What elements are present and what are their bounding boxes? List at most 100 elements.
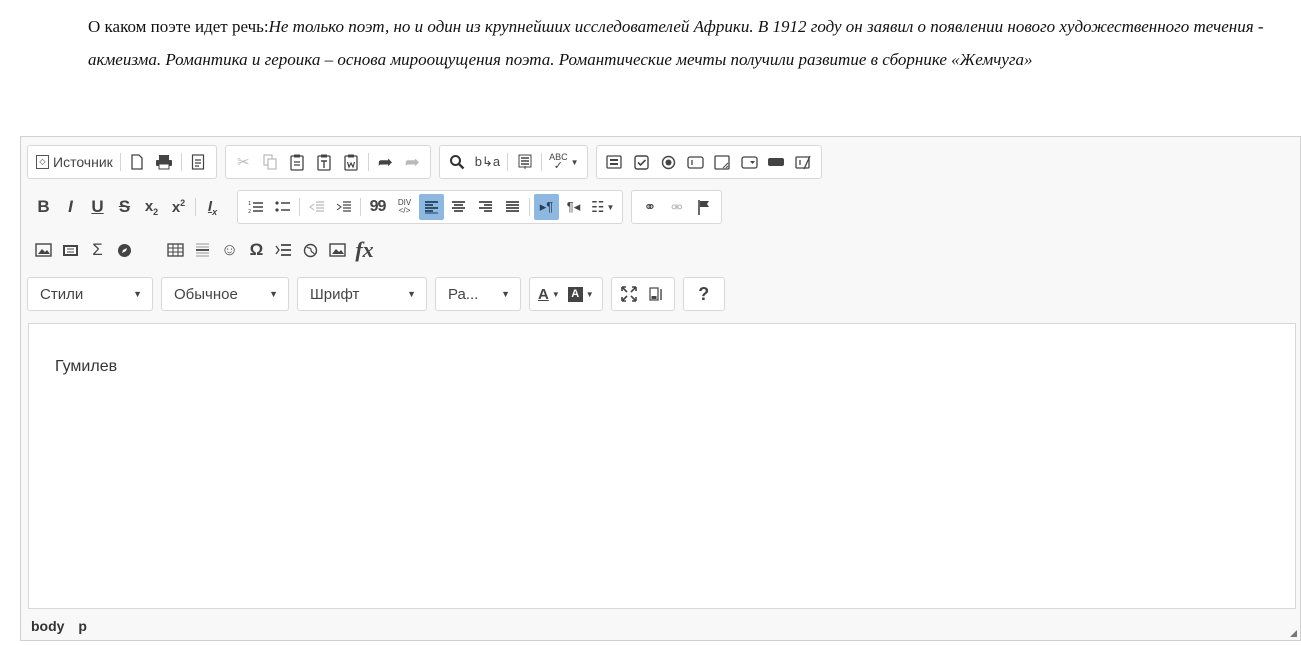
superscript-button[interactable]: x2	[166, 194, 191, 220]
paste-button[interactable]	[285, 149, 310, 175]
align-center-button[interactable]	[446, 194, 471, 220]
background-color-button[interactable]: A ▼	[565, 281, 597, 307]
new-page-button[interactable]	[125, 149, 150, 175]
toolbar-group-document: ◇ Источник	[27, 145, 217, 179]
language-icon: ☷	[591, 199, 605, 216]
select-field-button[interactable]	[737, 149, 762, 175]
page-break-button[interactable]	[271, 237, 296, 263]
ltr-button[interactable]: ▸¶	[534, 194, 559, 220]
image-icon	[35, 243, 52, 257]
format-dropdown[interactable]: Обычное ▼	[161, 277, 289, 311]
rtl-button[interactable]: ¶◂	[561, 194, 586, 220]
strikethrough-button[interactable]: S	[112, 194, 137, 220]
separator	[180, 153, 182, 171]
smiley-button[interactable]: ☺	[217, 237, 242, 263]
numbered-list-button[interactable]: 12	[243, 194, 268, 220]
italic-button[interactable]: I	[58, 194, 83, 220]
bulleted-list-button[interactable]	[270, 194, 295, 220]
select-all-button[interactable]	[512, 149, 537, 175]
source-icon: ◇	[36, 155, 49, 169]
editor-content-area[interactable]: Гумилев	[28, 323, 1296, 609]
templates-icon	[192, 154, 205, 170]
styles-dropdown[interactable]: Стили ▼	[27, 277, 153, 311]
find-button[interactable]	[445, 149, 470, 175]
text-color-icon: A	[538, 285, 549, 303]
omega-button[interactable]: Ω	[244, 237, 269, 263]
templates-button[interactable]	[186, 149, 211, 175]
form-button[interactable]	[602, 149, 627, 175]
spellcheck-button[interactable]: ABC ✓ ▼	[546, 149, 581, 175]
separator	[195, 198, 196, 216]
numbered-list-icon: 12	[248, 201, 263, 214]
underline-label: U	[91, 197, 104, 216]
undo-icon: ➦	[377, 151, 393, 172]
subscript-button[interactable]: x2	[139, 194, 164, 220]
special-char-button[interactable]	[112, 237, 137, 263]
textarea-button[interactable]	[710, 149, 735, 175]
remove-format-button[interactable]: Ix	[200, 194, 225, 220]
table-button[interactable]	[163, 237, 188, 263]
help-button[interactable]: ?	[689, 281, 719, 307]
anchor-button[interactable]	[691, 194, 716, 220]
button-field-icon	[768, 158, 785, 166]
toolbar-group-basicstyles: B I U S x2 x2 Ix	[27, 190, 229, 224]
unlink-button[interactable]: ⚮	[664, 194, 689, 220]
justify-button[interactable]	[500, 194, 525, 220]
print-button[interactable]	[152, 149, 177, 175]
horizontal-rule-button[interactable]	[190, 237, 215, 263]
size-dropdown[interactable]: Ра... ▼	[435, 277, 521, 311]
replace-icon: b↳a	[474, 154, 501, 169]
strike-label: S	[118, 197, 131, 216]
paste-word-button[interactable]	[339, 149, 364, 175]
toolbar-group-links: ⚭ ⚮	[631, 190, 723, 224]
text-field-button[interactable]	[683, 149, 708, 175]
blockquote-button[interactable]: 99	[365, 194, 390, 220]
chevron-down-icon: ▼	[133, 289, 142, 299]
replace-button[interactable]: b↳a	[472, 149, 503, 175]
cut-button[interactable]: ✂	[231, 149, 256, 175]
unlink-icon: ⚮	[671, 198, 683, 215]
align-right-button[interactable]	[473, 194, 498, 220]
text-color-button[interactable]: A ▼	[535, 281, 563, 307]
bold-button[interactable]: B	[31, 194, 56, 220]
radio-button[interactable]	[656, 149, 681, 175]
underline-button[interactable]: U	[85, 194, 110, 220]
path-item-p[interactable]: p	[78, 618, 87, 634]
image2-button[interactable]	[325, 237, 350, 263]
show-blocks-button[interactable]	[644, 281, 669, 307]
source-button[interactable]: ◇ Источник	[33, 149, 116, 175]
create-div-button[interactable]: DIV </>	[392, 194, 417, 220]
equation-button[interactable]: Σ	[85, 237, 110, 263]
language-button[interactable]: ☷ ▼	[588, 194, 617, 220]
copy-button[interactable]	[258, 149, 283, 175]
redo-button[interactable]: ➦	[400, 149, 425, 175]
undo-button[interactable]: ➦	[373, 149, 398, 175]
maximize-button[interactable]	[617, 281, 642, 307]
paste-text-button[interactable]	[312, 149, 337, 175]
checkbox-button[interactable]	[629, 149, 654, 175]
image-button[interactable]	[31, 237, 56, 263]
form-icon	[606, 155, 622, 169]
iframe-button[interactable]	[298, 237, 323, 263]
hidden-field-button[interactable]	[791, 149, 816, 175]
chevron-down-icon: ▼	[501, 289, 510, 299]
flash-button[interactable]	[58, 237, 83, 263]
resize-handle[interactable]	[1290, 630, 1297, 637]
button-field-button[interactable]	[764, 149, 789, 175]
formula-button[interactable]: fx	[352, 237, 377, 263]
chevron-down-icon: ▼	[269, 289, 278, 299]
paste-word-icon	[344, 154, 358, 171]
align-left-button[interactable]	[419, 194, 444, 220]
indent-button[interactable]	[331, 194, 356, 220]
path-item-body[interactable]: body	[31, 618, 64, 634]
flash-icon	[63, 244, 78, 256]
link-button[interactable]: ⚭	[637, 194, 662, 220]
bulleted-list-icon	[274, 201, 290, 212]
font-dropdown[interactable]: Шрифт ▼	[297, 277, 427, 311]
toolbar-row-2: B I U S x2 x2 Ix 12 99 DIV </> ▸¶ ¶◂ ☷ ▼…	[27, 188, 730, 226]
text-field-icon	[686, 155, 704, 169]
outdent-button[interactable]	[304, 194, 329, 220]
smiley-icon: ☺	[220, 240, 239, 259]
radio-icon	[661, 155, 675, 169]
editor-paragraph[interactable]: Гумилев	[55, 358, 117, 376]
